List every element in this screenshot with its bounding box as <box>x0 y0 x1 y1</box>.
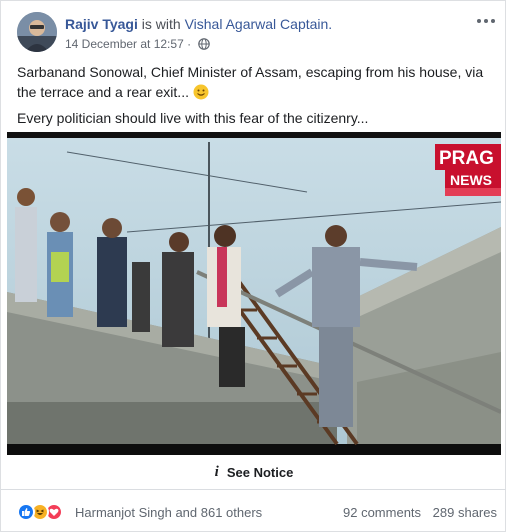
post-video-image[interactable]: PRAG NEWS <box>7 132 501 455</box>
post-header: Rajiv Tyagi is with Vishal Agarwal Capta… <box>17 12 497 56</box>
see-notice-label[interactable]: See Notice <box>227 465 293 480</box>
with-text: is with <box>141 16 181 32</box>
post-meta: 14 December at 12:57 · <box>65 36 211 54</box>
reactors-text[interactable]: Harmanjot Singh and 861 others <box>75 505 262 520</box>
comments-count[interactable]: 92 comments <box>343 505 421 520</box>
info-icon: i <box>214 464 219 480</box>
like-reaction-icon <box>17 503 35 521</box>
more-options-button[interactable] <box>475 12 497 30</box>
post-footer: Harmanjot Singh and 861 others 92 commen… <box>17 501 497 525</box>
smiling-face-emoji-icon <box>193 84 209 100</box>
see-notice-bar[interactable]: i See Notice <box>1 456 506 490</box>
separator: · <box>187 37 192 51</box>
author-avatar[interactable] <box>17 12 57 52</box>
channel-logo-line1: PRAG <box>439 148 494 169</box>
caption-paragraph-2: Every politician should live with this f… <box>17 110 369 126</box>
channel-logo-line2: NEWS <box>450 172 492 188</box>
more-dot-icon <box>477 19 481 23</box>
caption-paragraph-1: Sarbanand Sonowal, Chief Minister of Ass… <box>17 62 493 102</box>
more-dot-icon <box>484 19 488 23</box>
globe-icon[interactable] <box>198 38 211 54</box>
caption-text-1: Sarbanand Sonowal, Chief Minister of Ass… <box>17 64 484 100</box>
shares-count[interactable]: 289 shares <box>433 505 497 520</box>
author-name[interactable]: Rajiv Tyagi <box>65 16 138 32</box>
author-line: Rajiv Tyagi is with Vishal Agarwal Capta… <box>65 15 332 33</box>
tagged-person[interactable]: Vishal Agarwal Captain. <box>185 16 333 32</box>
facebook-post: Rajiv Tyagi is with Vishal Agarwal Capta… <box>0 0 506 532</box>
post-caption: Sarbanand Sonowal, Chief Minister of Ass… <box>17 62 493 134</box>
post-timestamp[interactable]: 14 December at 12:57 <box>65 37 184 51</box>
more-dot-icon <box>491 19 495 23</box>
reaction-icons[interactable] <box>17 503 63 521</box>
engagement-counts: 92 comments 289 shares <box>343 505 497 520</box>
